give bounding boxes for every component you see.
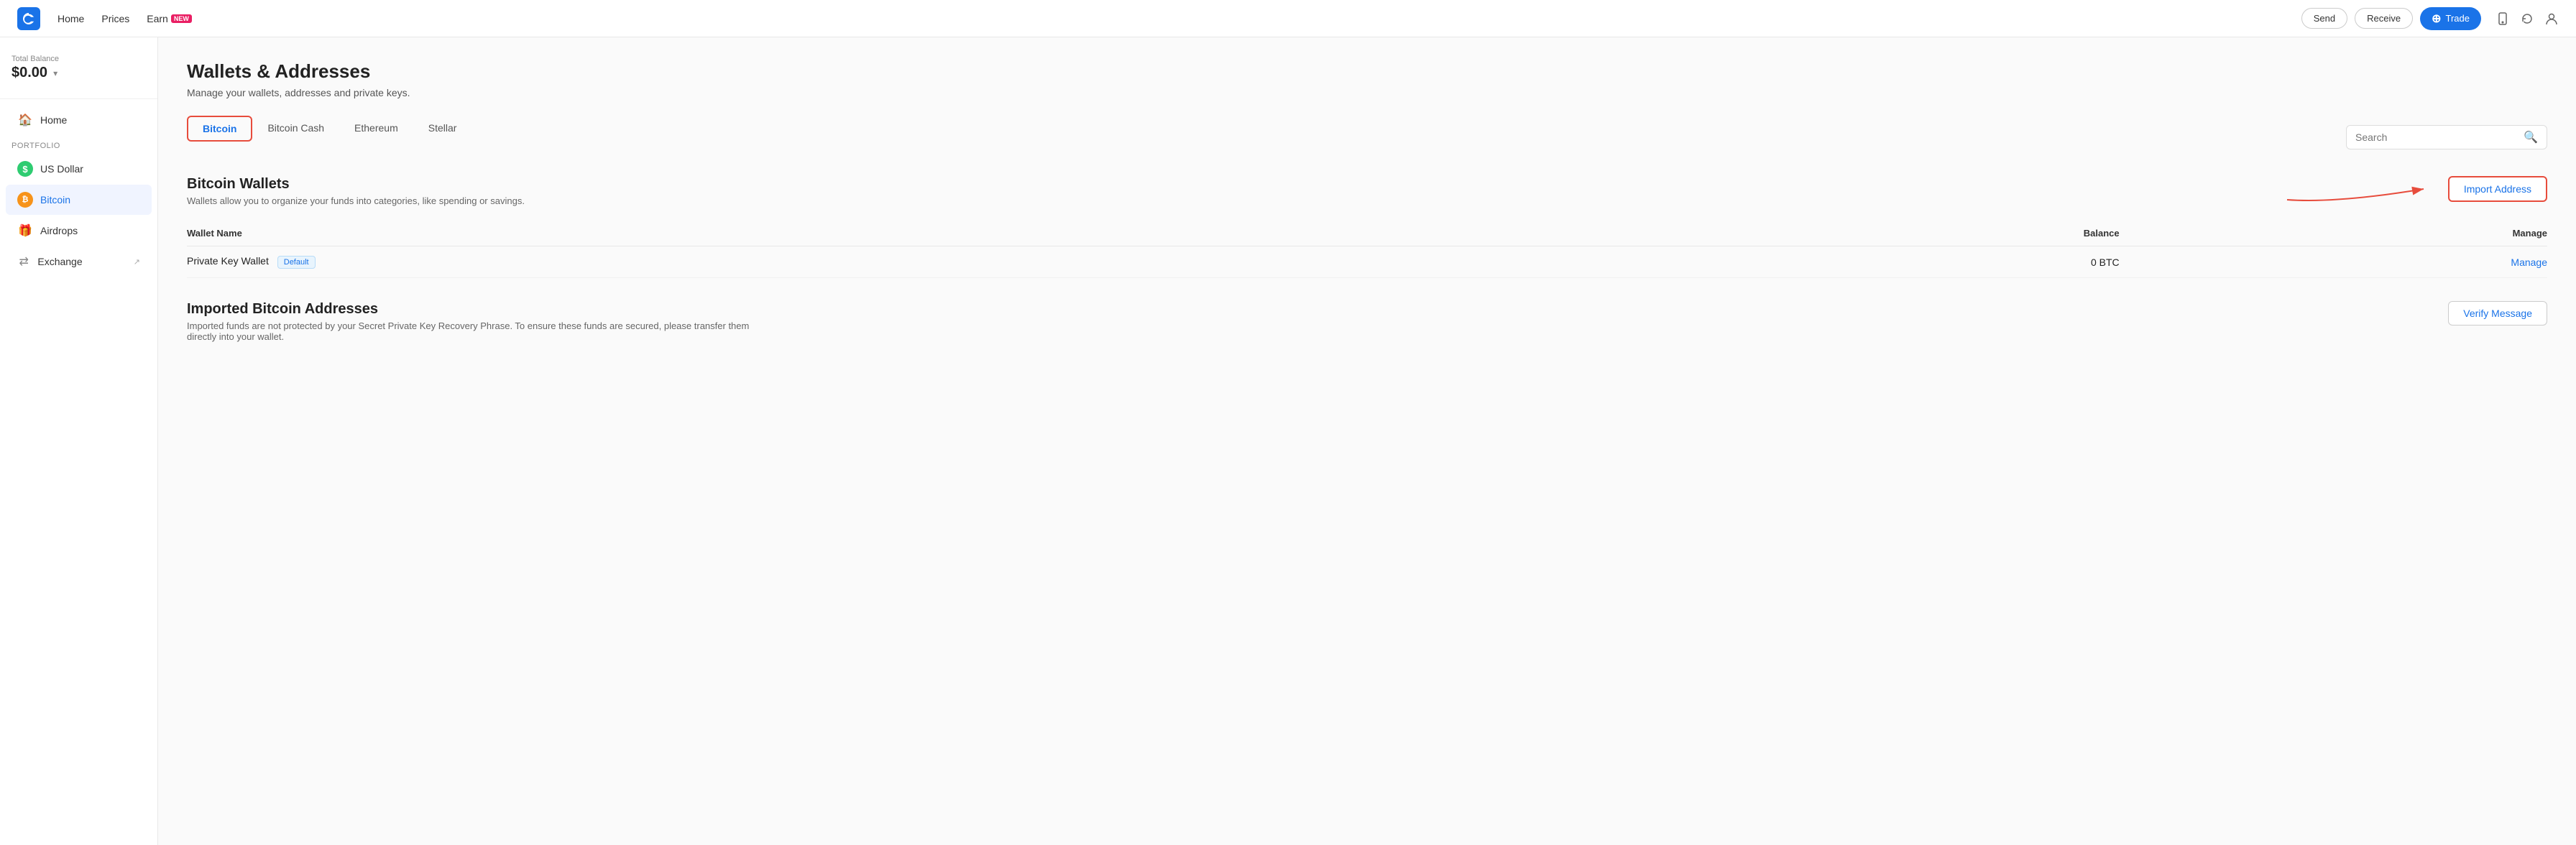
col-balance: Balance: [1698, 221, 2120, 246]
wallets-section-subtitle: Wallets allow you to organize your funds…: [187, 195, 525, 206]
home-icon: 🏠: [17, 112, 33, 128]
sidebar-exchange-label: Exchange: [37, 256, 133, 267]
earn-label: Earn: [147, 13, 168, 24]
search-bar: 🔍: [2346, 125, 2547, 149]
exchange-row: Exchange ↗: [37, 256, 140, 267]
sidebar-item-bitcoin[interactable]: ₿ Bitcoin: [6, 185, 152, 215]
topnav-links: Home Prices Earn NEW: [58, 13, 192, 24]
btc-icon: ₿: [17, 192, 33, 208]
tab-ethereum[interactable]: Ethereum: [339, 116, 413, 142]
main-content: Wallets & Addresses Manage your wallets,…: [158, 37, 2576, 845]
balance-amount-row: $0.00 ▾: [12, 65, 146, 81]
wallet-table: Wallet Name Balance Manage Private Key W…: [187, 221, 2547, 278]
page-title: Wallets & Addresses: [187, 60, 2547, 83]
nav-home[interactable]: Home: [58, 13, 84, 24]
nav-earn[interactable]: Earn NEW: [147, 13, 192, 24]
import-section-title: Imported Bitcoin Addresses: [187, 301, 762, 318]
search-icon: 🔍: [2524, 130, 2538, 144]
topnav-icons: [2496, 11, 2559, 26]
red-arrow: [2280, 171, 2438, 207]
verify-message-button[interactable]: Verify Message: [2448, 301, 2547, 325]
balance-chevron[interactable]: ▾: [53, 68, 58, 78]
exchange-icon: ⇄: [17, 254, 30, 269]
wallet-name: Private Key Wallet: [187, 255, 269, 267]
sidebar: Total Balance $0.00 ▾ 🏠 Home Portfolio $…: [0, 37, 158, 845]
tab-bitcoincash[interactable]: Bitcoin Cash: [252, 116, 339, 142]
topnav: Home Prices Earn NEW Send Receive ⊕ Trad…: [0, 0, 2576, 37]
import-section-subtitle: Imported funds are not protected by your…: [187, 320, 762, 342]
wallet-manage-cell: Manage: [2120, 246, 2547, 278]
mobile-icon[interactable]: [2496, 11, 2510, 26]
send-button[interactable]: Send: [2301, 8, 2347, 29]
balance-value: $0.00: [12, 65, 47, 81]
sidebar-divider: [0, 98, 157, 99]
page-subtitle: Manage your wallets, addresses and priva…: [187, 87, 2547, 98]
receive-button[interactable]: Receive: [2355, 8, 2413, 29]
import-title-block: Imported Bitcoin Addresses Imported fund…: [187, 301, 762, 342]
sidebar-btc-label: Bitcoin: [40, 194, 70, 206]
gift-icon: 🎁: [17, 223, 33, 239]
refresh-icon[interactable]: [2520, 11, 2534, 26]
import-address-button[interactable]: Import Address: [2448, 176, 2547, 202]
wallets-title-block: Bitcoin Wallets Wallets allow you to org…: [187, 176, 525, 206]
tab-stellar[interactable]: Stellar: [413, 116, 472, 142]
tabs-bar: Bitcoin Bitcoin Cash Ethereum Stellar: [187, 116, 472, 142]
sidebar-item-exchange[interactable]: ⇄ Exchange ↗: [6, 246, 152, 277]
wallets-section-header: Bitcoin Wallets Wallets allow you to org…: [187, 176, 2547, 206]
balance-label: Total Balance: [12, 55, 146, 63]
topnav-right: Send Receive ⊕ Trade: [2301, 7, 2559, 30]
layout: Total Balance $0.00 ▾ 🏠 Home Portfolio $…: [0, 37, 2576, 845]
wallet-name-cell: Private Key Wallet Default: [187, 246, 1698, 278]
nav-prices[interactable]: Prices: [101, 13, 129, 24]
wallet-balance-cell: 0 BTC: [1698, 246, 2120, 278]
search-input[interactable]: [2355, 131, 2518, 143]
wallets-section-title: Bitcoin Wallets: [187, 176, 525, 193]
trade-label: Trade: [2446, 13, 2470, 24]
trade-button[interactable]: ⊕ Trade: [2420, 7, 2481, 30]
import-button-container: Import Address: [2448, 176, 2547, 202]
sidebar-balance: Total Balance $0.00 ▾: [0, 49, 157, 93]
plus-icon: ⊕: [2432, 11, 2441, 26]
wallet-table-header-row: Wallet Name Balance Manage: [187, 221, 2547, 246]
logo[interactable]: [17, 7, 40, 30]
sidebar-item-airdrops[interactable]: 🎁 Airdrops: [6, 216, 152, 246]
sidebar-airdrops-label: Airdrops: [40, 225, 78, 236]
col-wallet-name: Wallet Name: [187, 221, 1698, 246]
portfolio-section-label: Portfolio: [0, 136, 157, 153]
col-manage: Manage: [2120, 221, 2547, 246]
wallet-table-head: Wallet Name Balance Manage: [187, 221, 2547, 246]
sidebar-home-label: Home: [40, 114, 67, 126]
table-row: Private Key Wallet Default 0 BTC Manage: [187, 246, 2547, 278]
usd-icon: $: [17, 161, 33, 177]
external-link-icon: ↗: [134, 257, 140, 267]
tab-bitcoin[interactable]: Bitcoin: [187, 116, 252, 142]
import-section-header: Imported Bitcoin Addresses Imported fund…: [187, 301, 2547, 342]
sidebar-usd-label: US Dollar: [40, 163, 83, 175]
manage-link[interactable]: Manage: [2511, 257, 2547, 268]
new-badge: NEW: [171, 14, 192, 23]
wallet-table-body: Private Key Wallet Default 0 BTC Manage: [187, 246, 2547, 278]
sidebar-item-home[interactable]: 🏠 Home: [6, 105, 152, 135]
user-icon[interactable]: [2544, 11, 2559, 26]
sidebar-item-usdollar[interactable]: $ US Dollar: [6, 154, 152, 184]
default-badge: Default: [277, 256, 316, 269]
